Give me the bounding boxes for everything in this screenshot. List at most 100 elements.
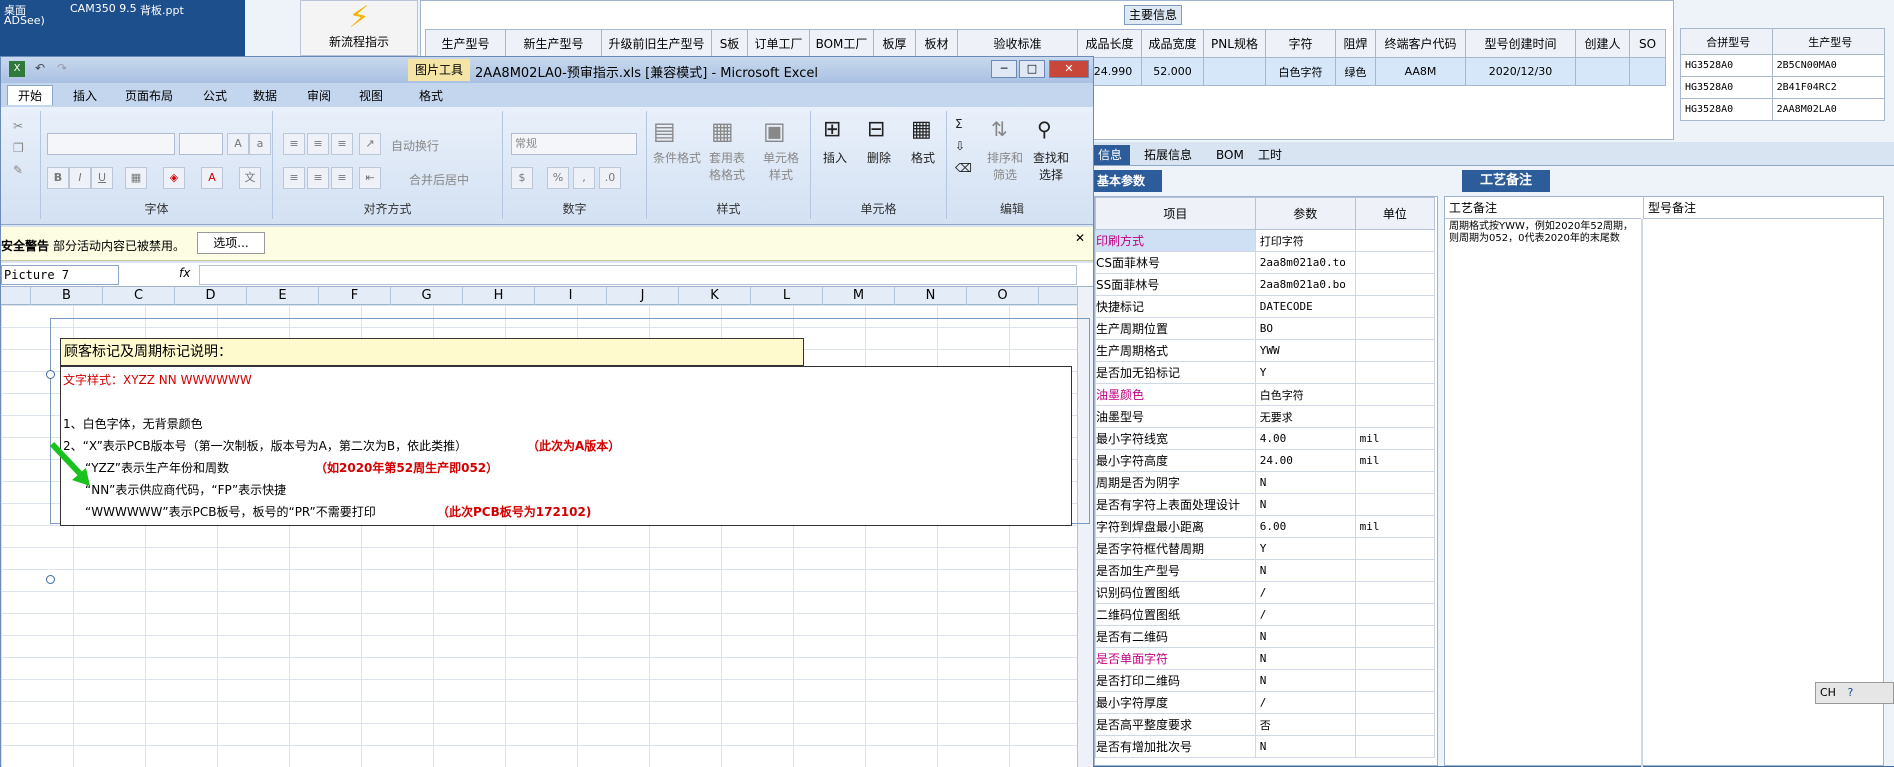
param-row[interactable]: 快捷标记 DATECODE xyxy=(1095,295,1436,318)
sort-filter-button[interactable]: 排序和筛选 xyxy=(985,149,1025,183)
param-row[interactable]: 是否有字符上表面处理设计 N xyxy=(1095,493,1436,516)
clear-icon[interactable]: ⌫ xyxy=(955,161,972,175)
param-row[interactable]: 生产周期格式 YWW xyxy=(1095,339,1436,362)
conditional-format-icon[interactable]: ▤ xyxy=(653,117,676,145)
binoculars-icon[interactable]: ⚲ xyxy=(1037,117,1052,141)
resize-handle[interactable] xyxy=(46,370,55,379)
security-options-button[interactable]: 选项... xyxy=(197,232,265,254)
indent-icon[interactable]: ⇤ xyxy=(359,167,381,189)
info-col-header[interactable]: 创建人 xyxy=(1575,29,1630,58)
info-cell[interactable]: AA8M xyxy=(1375,57,1466,86)
ribbon-tab-2[interactable]: 页面布局 xyxy=(125,87,173,104)
col-unit[interactable]: 单位 xyxy=(1354,197,1436,230)
param-row[interactable]: 是否加生产型号 N xyxy=(1095,559,1436,582)
param-row[interactable]: 是否字符框代替周期 Y xyxy=(1095,537,1436,560)
info-col-header[interactable]: 验收标准 xyxy=(957,29,1078,58)
param-row[interactable]: 字符到焊盘最小距离 6.00 mil xyxy=(1095,515,1436,538)
font-name-input[interactable] xyxy=(47,133,175,155)
info-col-header[interactable]: 字符 xyxy=(1265,29,1336,58)
excel-app-icon[interactable]: X xyxy=(9,61,25,77)
info-cell[interactable] xyxy=(1203,57,1266,86)
param-row[interactable]: 生产周期位置 BO xyxy=(1095,317,1436,340)
insert-icon[interactable]: ⊞ xyxy=(823,117,841,142)
tab-0[interactable]: 信息 xyxy=(1090,145,1131,165)
col-item[interactable]: 项目 xyxy=(1095,197,1256,230)
info-col-header[interactable]: BOM工厂 xyxy=(809,29,874,58)
info-col-header[interactable]: 升级前旧生产型号 xyxy=(601,29,712,58)
ribbon-tab-0[interactable]: 开始 xyxy=(7,85,54,105)
delete-button[interactable]: 删除 xyxy=(867,149,891,166)
cell-style-button[interactable]: 单元格样式 xyxy=(759,149,803,183)
fx-icon[interactable]: fx xyxy=(179,266,190,280)
param-row[interactable]: 最小字符线宽 4.00 mil xyxy=(1095,427,1436,450)
param-value[interactable]: 2aa8m021a0.bo xyxy=(1254,273,1356,296)
delete-icon[interactable]: ⊟ xyxy=(867,117,885,142)
param-row[interactable]: CS面菲林号 2aa8m021a0.to xyxy=(1095,251,1436,274)
currency-icon[interactable]: $ xyxy=(511,167,533,189)
minimize-button[interactable]: ─ xyxy=(991,60,1017,78)
param-value[interactable]: N xyxy=(1254,735,1356,758)
tab-2[interactable]: BOM xyxy=(1208,145,1252,165)
info-col-header[interactable]: 板材 xyxy=(915,29,958,58)
info-cell[interactable] xyxy=(1575,57,1630,86)
redo-icon[interactable]: ↷ xyxy=(57,61,67,75)
param-row[interactable]: 是否打印二维码 N xyxy=(1095,669,1436,692)
param-value[interactable]: 无要求 xyxy=(1254,405,1356,428)
param-value[interactable]: Y xyxy=(1254,361,1356,384)
align-center-icon[interactable]: ≡ xyxy=(307,167,329,189)
border-icon[interactable]: ▦ xyxy=(125,167,147,189)
sort-filter-icon[interactable]: ⇅ xyxy=(991,117,1008,141)
param-row[interactable]: 是否有二维码 N xyxy=(1095,625,1436,648)
info-col-header[interactable]: SO xyxy=(1629,29,1666,58)
param-value[interactable]: / xyxy=(1254,581,1356,604)
info-col-header[interactable]: 型号创建时间 xyxy=(1465,29,1576,58)
comma-icon[interactable]: , xyxy=(573,167,595,189)
ribbon-tab-3[interactable]: 公式 xyxy=(203,87,227,104)
param-row[interactable]: 最小字符厚度 / xyxy=(1095,691,1436,714)
param-value[interactable]: DATECODE xyxy=(1254,295,1356,318)
format-icon[interactable]: ▦ xyxy=(911,117,932,142)
param-value[interactable]: 打印字符 xyxy=(1254,229,1356,252)
merge-col-header[interactable]: 生产型号 xyxy=(1771,28,1886,55)
notes-divider[interactable] xyxy=(1641,219,1643,767)
fill-color-icon[interactable]: ◈ xyxy=(163,167,185,189)
shrink-font-icon[interactable]: a xyxy=(249,133,271,155)
wrap-text-button[interactable]: 自动换行 xyxy=(391,137,439,154)
column-header[interactable]: N xyxy=(895,287,967,305)
column-header[interactable]: D xyxy=(175,287,247,305)
param-row[interactable]: 油墨型号 无要求 xyxy=(1095,405,1436,428)
info-col-header[interactable]: 成品长度 xyxy=(1077,29,1142,58)
format-painter-icon[interactable]: ✎ xyxy=(13,163,23,177)
close-button[interactable]: ✕ xyxy=(1049,60,1089,78)
conditional-format-button[interactable]: 条件格式 xyxy=(651,149,703,166)
column-header[interactable]: K xyxy=(679,287,751,305)
info-col-header[interactable]: 订单工厂 xyxy=(747,29,810,58)
ribbon-tab-6[interactable]: 视图 xyxy=(359,87,383,104)
decimal-icon[interactable]: .0 xyxy=(599,167,621,189)
orientation-icon[interactable]: ↗ xyxy=(359,133,381,155)
align-bottom-icon[interactable]: ≡ xyxy=(331,133,353,155)
info-col-header[interactable]: S板 xyxy=(711,29,748,58)
merge-row[interactable]: HG3528A0 2B41F04RC2 xyxy=(1680,76,1886,99)
param-value[interactable]: / xyxy=(1254,691,1356,714)
grow-font-icon[interactable]: A xyxy=(227,133,249,155)
align-right-icon[interactable]: ≡ xyxy=(331,167,353,189)
font-color-icon[interactable]: A xyxy=(201,167,223,189)
formula-input[interactable] xyxy=(199,265,1077,285)
process-notes-text[interactable]: 周期格式按YWW，例如2020年52周期，则周期为052，0代表2020年的末尾… xyxy=(1449,221,1635,245)
param-value[interactable]: YWW xyxy=(1254,339,1356,362)
info-cell[interactable]: 绿色 xyxy=(1335,57,1376,86)
param-row[interactable]: 最小字符高度 24.00 mil xyxy=(1095,449,1436,472)
param-row[interactable]: 二维码位置图纸 / xyxy=(1095,603,1436,626)
align-top-icon[interactable]: ≡ xyxy=(283,133,305,155)
column-header[interactable]: O xyxy=(967,287,1039,305)
percent-icon[interactable]: % xyxy=(547,167,569,189)
cut-icon[interactable]: ✂ xyxy=(13,119,23,133)
param-value[interactable]: 否 xyxy=(1254,713,1356,736)
fill-icon[interactable]: ⇩ xyxy=(955,139,965,153)
name-box[interactable]: Picture 7 xyxy=(1,265,119,285)
param-value[interactable]: N xyxy=(1254,471,1356,494)
align-middle-icon[interactable]: ≡ xyxy=(307,133,329,155)
param-value[interactable]: 6.00 xyxy=(1254,515,1356,538)
italic-icon[interactable]: I xyxy=(69,167,91,189)
